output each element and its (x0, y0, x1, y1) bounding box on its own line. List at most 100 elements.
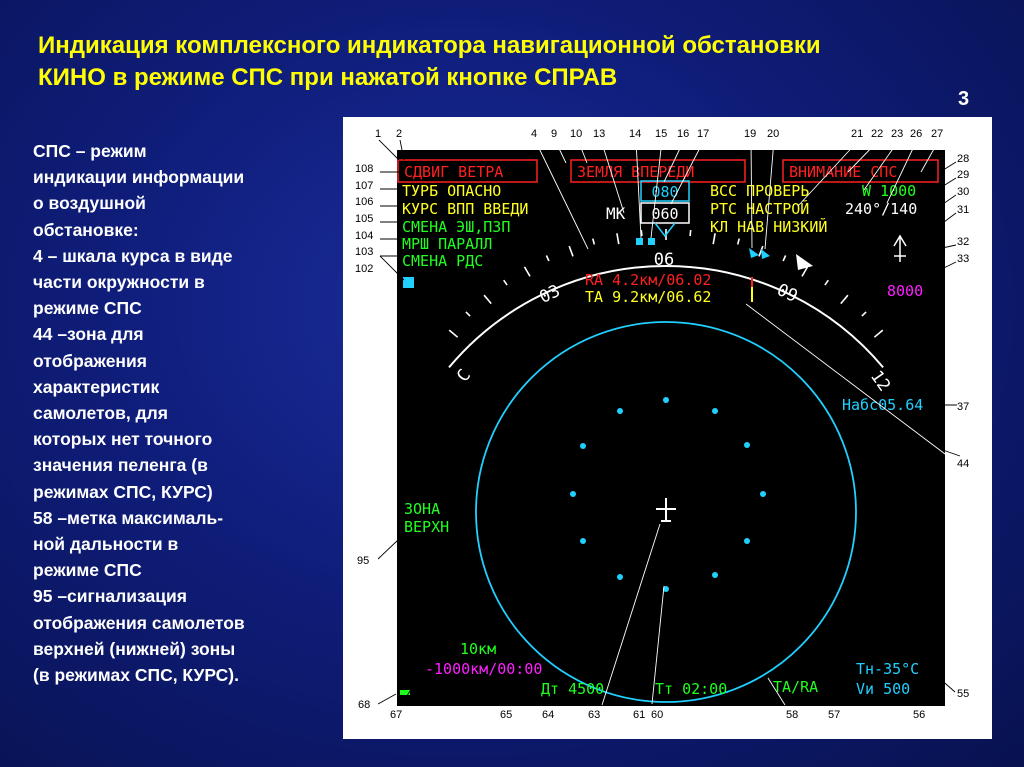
callout-26: 26 (910, 128, 922, 140)
h-abs-readout: Набс05.64 (842, 396, 923, 414)
desc-line: режиме СПС (33, 298, 142, 319)
desc-line: части окружности в (33, 272, 205, 293)
msg-rds-change: СМЕНА РДС (402, 252, 483, 270)
desc-line: ной дальности в (33, 534, 179, 555)
callout-27: 27 (931, 128, 943, 140)
course-scale-tick (640, 230, 643, 237)
callout-10: 10 (570, 128, 582, 140)
desc-line: 4 – шкала курса в виде (33, 245, 233, 266)
callout-107: 107 (355, 180, 373, 192)
msg-runway-course: КУРС ВПП ВВЕДИ (402, 200, 528, 218)
callout-104: 104 (355, 230, 373, 242)
callout-30: 30 (957, 186, 969, 198)
desc-line: режимах СПС, КУРС) (33, 481, 213, 502)
course-mark-15 (648, 238, 655, 245)
zone-upper-label: ВЕРХН (404, 518, 449, 536)
callout-106: 106 (355, 196, 373, 208)
ta-ra-mode: TA/RA (773, 678, 818, 696)
callout-22: 22 (871, 128, 883, 140)
callout-95: 95 (357, 555, 369, 567)
title-line-2: КИНО в режиме СПС при нажатой кнопке СПР… (38, 64, 618, 91)
altitude-readout: 8000 (887, 282, 923, 300)
callout-4: 4 (531, 128, 537, 140)
slide-number: 3 (958, 88, 970, 110)
mk-label: МК (606, 204, 626, 223)
callout-1: 1 (375, 128, 381, 140)
callout-105: 105 (355, 213, 373, 225)
callout-19: 19 (744, 128, 756, 140)
temperature-readout: Тн-35°С (856, 660, 919, 678)
title-line-1: Индикация комплексного индикатора навига… (38, 32, 821, 59)
callout-32: 32 (957, 236, 969, 248)
callout-102: 102 (355, 263, 373, 275)
callout-60: 60 (651, 709, 663, 721)
distance-time-readout: -1000км/00:00 (425, 660, 542, 678)
ra-readout: RA 4.2км/06.02 (585, 271, 711, 289)
slide-title: Индикация комплексного индикатора навига… (38, 30, 998, 94)
callout-28: 28 (957, 153, 969, 165)
zone-label: ЗОНА (404, 500, 440, 518)
callout-63: 63 (588, 709, 600, 721)
callout-33: 33 (957, 253, 969, 265)
callout-23: 23 (891, 128, 903, 140)
desc-line: которых нет точного (33, 429, 213, 450)
ta-readout: TA 9.2км/06.62 (585, 288, 711, 306)
course-mark-14 (636, 238, 643, 245)
warning-ground-ahead: ЗЕМЛЯ ВПЕРЕДИ (577, 163, 694, 181)
callout-29: 29 (957, 169, 969, 181)
desc-line: 95 –сигнализация (33, 586, 187, 607)
callout-14: 14 (629, 128, 641, 140)
msg-nav-low: КЛ НАВ НИЗКИЙ (710, 217, 827, 236)
callout-58: 58 (786, 709, 798, 721)
desc-line: СПС – режим (33, 141, 147, 161)
callout-61: 61 (633, 709, 645, 721)
callout-9: 9 (551, 128, 557, 140)
callout-20: 20 (767, 128, 779, 140)
ground-speed: W 1000 (862, 182, 916, 200)
callout-57: 57 (828, 709, 840, 721)
desc-line: верхней (нижней) зоны (33, 638, 236, 659)
callout-64: 64 (542, 709, 554, 721)
callout-44: 44 (957, 458, 969, 470)
callout-21: 21 (851, 128, 863, 140)
desc-line: о воздушной (33, 193, 146, 214)
desc-line: режиме СПС (33, 560, 142, 581)
msg-vss-check: ВСС ПРОВЕРЬ (710, 182, 809, 200)
desc-line: обстановке: (33, 219, 139, 240)
msg-level-change: СМЕНА ЭШ,ПЗП (402, 218, 510, 236)
desc-line: отображения (33, 350, 147, 371)
range-readout: 10км (460, 640, 496, 658)
scale-label-06: 06 (654, 250, 674, 270)
callout-68: 68 (358, 699, 370, 711)
msg-rts-tune: РТС НАСТРОЙ (710, 199, 809, 218)
warning-wind-shear: СДВИГ ВЕТРА (404, 163, 503, 181)
callout-13: 13 (593, 128, 605, 140)
description-text: СПС – режим индикации информации о возду… (33, 138, 323, 688)
callout-2: 2 (396, 128, 402, 140)
mk-value: 060 (651, 205, 678, 223)
callout-31: 31 (957, 204, 969, 216)
desc-line: 44 –зона для (33, 324, 144, 345)
callout-56: 56 (913, 709, 925, 721)
marker-102 (403, 277, 414, 288)
callout-16: 16 (677, 128, 689, 140)
display-panel: 06 03 09 С 12 СДВИГ ВЕТРА ЗЕМЛЯ ВПЕРЕДИ … (343, 117, 992, 739)
callout-15: 15 (655, 128, 667, 140)
airspeed-readout: Vи 500 (856, 680, 910, 698)
marker-68 (400, 690, 410, 695)
callout-37: 37 (957, 401, 969, 413)
callout-17: 17 (697, 128, 709, 140)
callout-55: 55 (957, 688, 969, 700)
callout-103: 103 (355, 246, 373, 258)
desc-line: характеристик (33, 376, 160, 397)
callout-108: 108 (355, 163, 373, 175)
dt-readout: Дт 4500 (541, 680, 604, 698)
desc-line: отображения самолетов (33, 612, 245, 633)
callout-67: 67 (390, 709, 402, 721)
desc-line: индикации информации (33, 167, 245, 188)
msg-route-parallel: МРШ ПАРАЛЛ (402, 235, 492, 253)
course-scale-tick (689, 230, 692, 237)
desc-line: (в режимах СПС, КУРС). (33, 665, 239, 686)
msg-turbulence: ТУРБ ОПАСНО (402, 182, 501, 200)
tt-readout: Тт 02:00 (655, 680, 727, 698)
